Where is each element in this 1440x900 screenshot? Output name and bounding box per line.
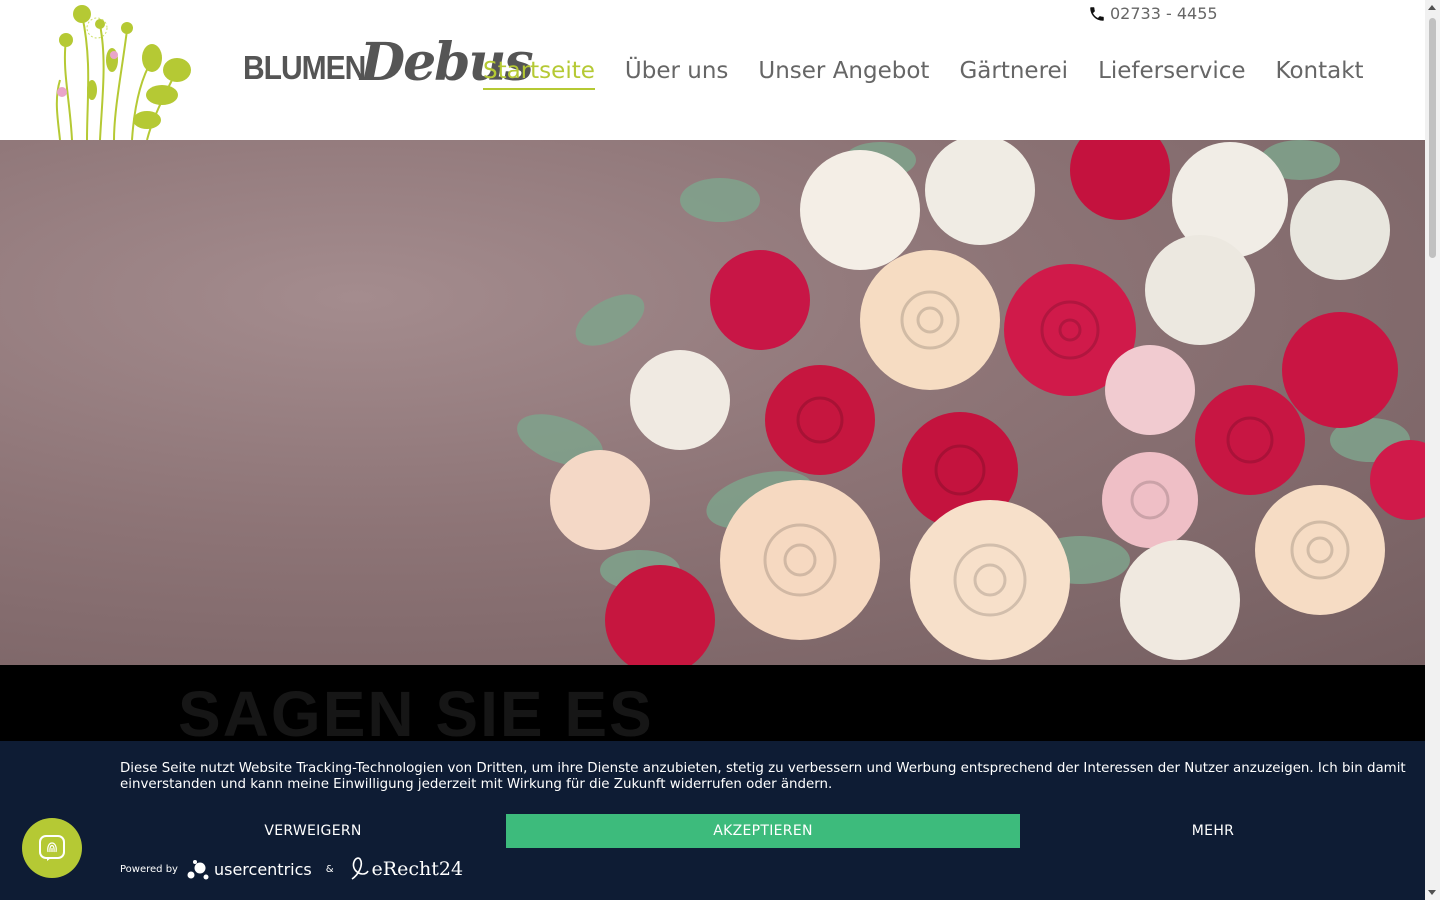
cookie-text: Diese Seite nutzt Website Tracking-Techn… [120,761,1406,792]
deny-button[interactable]: VERWEIGERN [120,814,506,848]
more-button[interactable]: MEHR [1020,814,1406,848]
cookie-banner: Diese Seite nutzt Website Tracking-Techn… [0,741,1425,900]
site-header: BLUMEN Debus 02733 - 4455 Startseite Übe… [0,0,1425,141]
erecht24-icon [351,857,369,880]
fingerprint-icon [39,835,65,861]
usercentrics-dots-icon [187,860,209,880]
scroll-thumb[interactable] [1429,18,1436,258]
erecht24-name: eRecht24 [371,858,464,880]
page-scrollbar[interactable] [1425,0,1440,900]
privacy-settings-button[interactable] [22,818,82,878]
section-title: SAGEN SIE ES [178,678,654,745]
nav-gaertnerei[interactable]: Gärtnerei [959,58,1068,90]
phone-link[interactable]: 02733 - 4455 [1088,4,1218,23]
logo[interactable]: BLUMEN Debus [52,0,534,141]
rose-bouquet-image [517,140,1425,665]
hero-image-roses [0,140,1425,665]
usercentrics-name: usercentrics [213,859,312,879]
section-band: SAGEN SIE ES [0,665,1425,745]
wildflower-logo-graphic [55,5,191,141]
nav-lieferservice[interactable]: Lieferservice [1098,58,1245,90]
scroll-up-arrow-icon[interactable] [1428,5,1436,10]
usercentrics-logo[interactable]: usercentrics [186,858,312,880]
logo-word: BLUMEN [243,50,366,87]
scroll-down-arrow-icon[interactable] [1428,890,1436,895]
ampersand: & [325,863,334,875]
accept-button[interactable]: AKZEPTIEREN [506,814,1020,848]
nav-ueber-uns[interactable]: Über uns [625,58,729,90]
phone-number: 02733 - 4455 [1110,4,1218,23]
powered-by: Powered by usercentrics & eRecht24 [120,857,463,881]
nav-kontakt[interactable]: Kontakt [1276,58,1364,90]
main-nav: Startseite Über uns Unser Angebot Gärtne… [483,58,1394,90]
nav-startseite[interactable]: Startseite [483,58,595,90]
nav-unser-angebot[interactable]: Unser Angebot [758,58,929,90]
powered-by-label: Powered by [120,863,178,875]
erecht24-logo[interactable]: eRecht24 [348,857,463,881]
phone-icon [1090,6,1104,21]
